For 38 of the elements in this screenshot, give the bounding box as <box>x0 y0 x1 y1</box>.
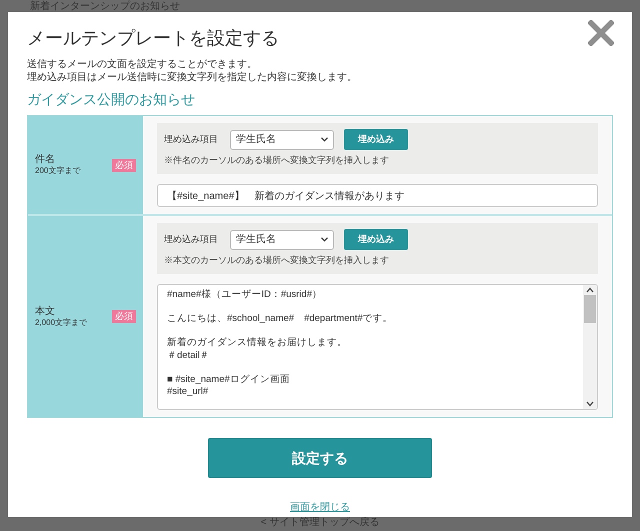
field-label: 件名 <box>35 154 56 166</box>
background-heading: 新着インターンシップのお知らせ <box>30 1 180 12</box>
required-badge: 必須 <box>112 310 136 323</box>
body-text-line: 新着のガイダンス情報をお届けします。 <box>167 337 348 350</box>
description-text: 送信するメールの文面を設定することができます。 <box>27 58 258 71</box>
field-limit: 2,000文字まで <box>35 318 88 328</box>
body-text-line: こんにちは、#school_name# #department#です。 <box>167 313 394 326</box>
field-limit: 200文字まで <box>35 166 80 176</box>
template-name: ガイダンス公開のお知らせ <box>27 90 196 109</box>
subject-field[interactable]: 【#site_name#】 新着のガイダンス情報があります <box>157 184 598 207</box>
close-button[interactable] <box>586 18 616 48</box>
embed-label: 埋め込み項目 <box>164 132 219 146</box>
embed-button[interactable]: 埋め込み <box>344 229 408 250</box>
body-text-line: ＃detail＃ <box>167 350 211 362</box>
chevron-down-icon <box>321 137 328 142</box>
embed-note: ※件名のカーソルのある場所へ変換文字列を挿入します <box>164 154 390 166</box>
body-text-line: #site_url# <box>167 386 210 398</box>
embed-select[interactable]: 学生氏名 <box>230 230 334 250</box>
field-label: 本文 <box>35 306 56 318</box>
dialog-title: メールテンプレートを設定する <box>27 27 279 50</box>
back-link[interactable]: < サイト管理トップへ戻る <box>260 517 380 529</box>
required-badge: 必須 <box>112 158 136 172</box>
chevron-down-icon <box>321 237 328 242</box>
scrollbar[interactable] <box>583 285 597 409</box>
embed-select[interactable]: 学生氏名 <box>230 130 334 150</box>
scroll-down-icon[interactable] <box>586 401 594 407</box>
embed-label: 埋め込み項目 <box>164 232 219 246</box>
body-text-line: #name#様（ユーザーID：#usrid#） <box>167 289 323 302</box>
scroll-up-icon[interactable] <box>586 287 594 293</box>
body-text-line: ■ #site_name#ログイン画面 <box>167 374 291 386</box>
body-field[interactable]: #name#様（ユーザーID：#usrid#） こんにちは、#school_name# #department#です。 新着のガイダンス情報をお届けします。 ＃detail＃ ■ #site_name#ログイン画面 #site_url# <box>157 284 598 410</box>
embed-note: ※本文のカーソルのある場所へ変換文字列を挿入します <box>164 254 390 266</box>
close-icon <box>588 20 614 46</box>
description-text: 埋め込み項目はメール送信時に変換文字列を指定した内容に変換します。 <box>27 71 358 84</box>
submit-button[interactable]: 設定する <box>208 438 432 478</box>
close-link[interactable]: 画面を閉じる <box>290 500 350 515</box>
scrollbar-thumb[interactable] <box>584 295 596 323</box>
embed-button[interactable]: 埋め込み <box>344 129 408 150</box>
